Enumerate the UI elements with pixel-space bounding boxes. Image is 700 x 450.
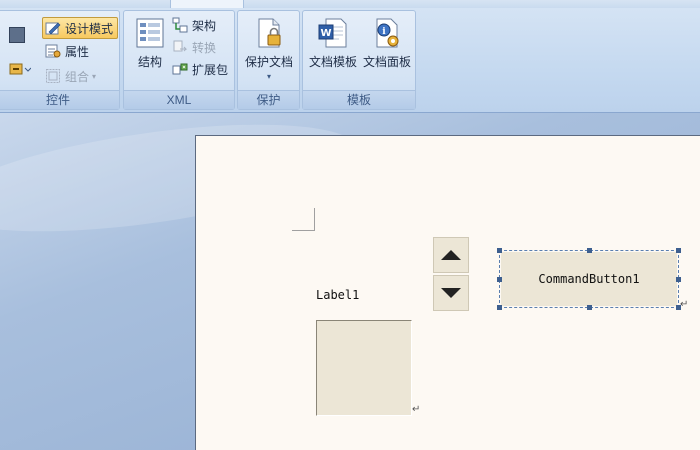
group-icon bbox=[45, 68, 61, 84]
svg-text:W: W bbox=[320, 28, 331, 39]
document-panel-label: 文档面板 bbox=[362, 55, 411, 69]
resize-handle[interactable] bbox=[676, 277, 681, 282]
controls-group-label: 控件 bbox=[0, 90, 119, 109]
protect-group: 保护文档 ▾ 保护 bbox=[237, 10, 300, 110]
margin-corner-marker bbox=[292, 208, 315, 231]
schema-label: 架构 bbox=[192, 18, 217, 33]
command-button[interactable]: CommandButton1 bbox=[501, 252, 677, 306]
xml-group: 结构 架构 转换 扩展包 XML bbox=[123, 10, 235, 110]
properties-icon bbox=[45, 43, 61, 59]
transform-button[interactable]: 转换 bbox=[172, 37, 216, 57]
spin-button-control[interactable] bbox=[433, 237, 469, 311]
grid-control-icon[interactable] bbox=[9, 27, 25, 43]
protect-group-label: 保护 bbox=[238, 90, 299, 109]
xml-group-label: XML bbox=[124, 90, 234, 109]
spin-down-button[interactable] bbox=[433, 275, 469, 311]
document-template-button[interactable]: W 文档模板 bbox=[307, 17, 359, 70]
label-control[interactable]: Label1 bbox=[316, 288, 359, 302]
tab-developer[interactable] bbox=[170, 0, 244, 8]
document-info-panel-icon: i bbox=[371, 17, 403, 49]
resize-handle[interactable] bbox=[497, 277, 502, 282]
resize-handle[interactable] bbox=[587, 305, 592, 310]
document-template-label: 文档模板 bbox=[308, 55, 357, 69]
legacy-tools-icon[interactable] bbox=[9, 61, 32, 77]
structure-icon bbox=[134, 17, 166, 49]
chevron-down-icon: ▾ bbox=[266, 72, 271, 81]
group-button[interactable]: 组合 ▾ bbox=[45, 66, 96, 86]
design-mode-label: 设计模式 bbox=[65, 21, 114, 36]
arrow-down-icon bbox=[441, 288, 461, 298]
templates-group: W 文档模板 i 文档面板 模板 bbox=[302, 10, 416, 110]
image-control[interactable] bbox=[316, 320, 412, 416]
resize-handle[interactable] bbox=[587, 248, 592, 253]
chevron-down-icon: ▾ bbox=[92, 71, 97, 81]
transform-icon bbox=[172, 39, 188, 55]
ribbon: 设计模式 属性 组合 ▾ 控件 结构 架构 转换 扩展包 XML 保护文档 ▾ … bbox=[0, 8, 700, 113]
structure-label: 结构 bbox=[137, 55, 162, 69]
protect-document-label: 保护文档 bbox=[244, 55, 293, 69]
schema-icon bbox=[172, 17, 188, 33]
lock-document-icon bbox=[253, 17, 285, 49]
paragraph-mark: ↵ bbox=[412, 404, 421, 415]
resize-handle[interactable] bbox=[497, 248, 502, 253]
command-button-selection[interactable]: CommandButton1 bbox=[497, 248, 681, 310]
document-workspace: Label1 ↵ CommandButton1 ↵ bbox=[0, 113, 700, 450]
schema-button[interactable]: 架构 bbox=[172, 15, 216, 35]
resize-handle[interactable] bbox=[676, 248, 681, 253]
word-template-icon: W bbox=[317, 17, 349, 49]
properties-label: 属性 bbox=[65, 44, 90, 59]
design-mode-button[interactable]: 设计模式 bbox=[42, 17, 119, 39]
spin-up-button[interactable] bbox=[433, 237, 469, 273]
resize-handle[interactable] bbox=[497, 305, 502, 310]
expansion-pack-label: 扩展包 bbox=[192, 62, 229, 77]
group-label: 组合 bbox=[65, 69, 90, 84]
controls-group: 设计模式 属性 组合 ▾ 控件 bbox=[0, 10, 120, 110]
design-mode-icon bbox=[45, 20, 61, 36]
expansion-pack-button[interactable]: 扩展包 bbox=[172, 59, 228, 79]
transform-label: 转换 bbox=[192, 40, 217, 55]
paragraph-mark: ↵ bbox=[680, 299, 689, 310]
templates-group-label: 模板 bbox=[303, 90, 415, 109]
protect-document-button[interactable]: 保护文档 ▾ bbox=[242, 17, 296, 81]
arrow-up-icon bbox=[441, 250, 461, 260]
structure-button[interactable]: 结构 bbox=[132, 17, 168, 70]
document-panel-button[interactable]: i 文档面板 bbox=[361, 17, 413, 70]
expansion-pack-icon bbox=[172, 61, 188, 77]
document-page[interactable]: Label1 ↵ CommandButton1 ↵ bbox=[195, 135, 700, 450]
svg-text:i: i bbox=[382, 27, 386, 37]
ribbon-tab-strip bbox=[0, 0, 700, 8]
properties-button[interactable]: 属性 bbox=[45, 41, 89, 61]
